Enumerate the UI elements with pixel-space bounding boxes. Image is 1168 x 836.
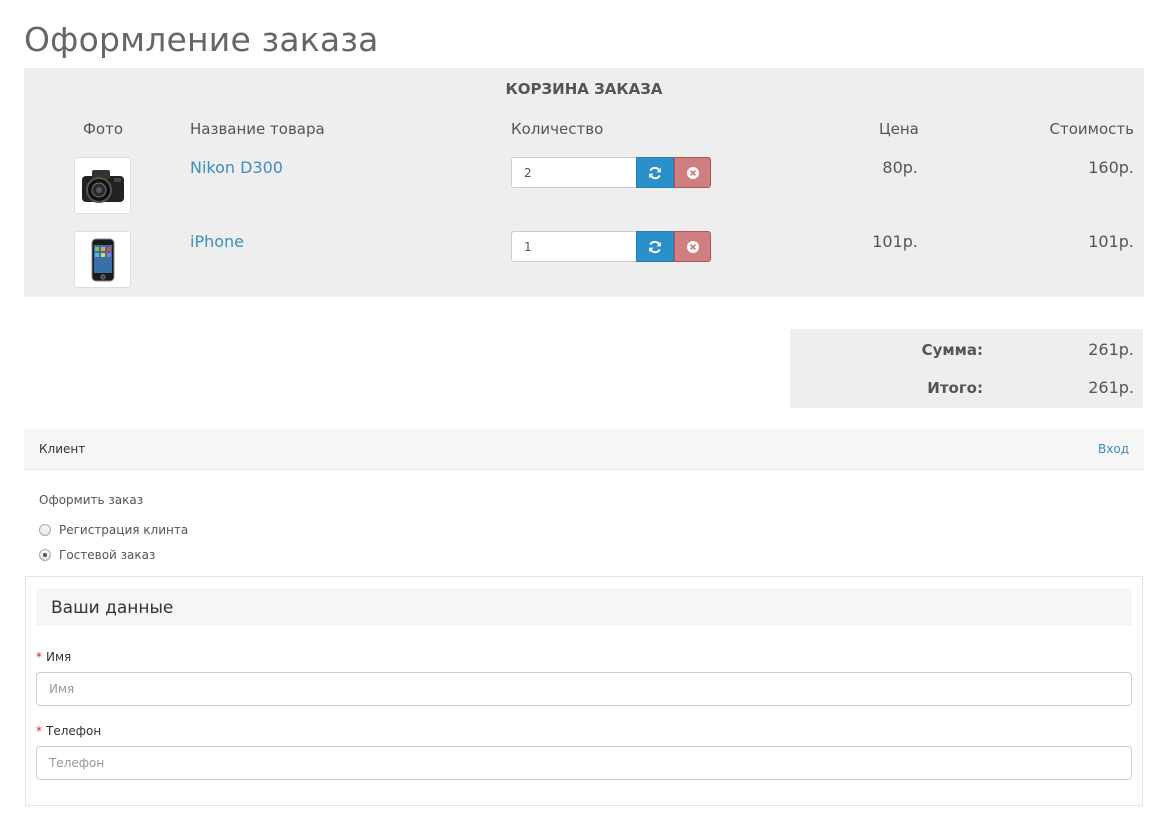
camera-thumbnail[interactable]	[74, 157, 131, 214]
name-field-label: * Имя	[36, 650, 72, 664]
login-link[interactable]: Вход	[1098, 442, 1129, 456]
refresh-icon	[649, 240, 661, 253]
column-price: Цена	[879, 120, 919, 138]
camera-icon	[81, 169, 124, 203]
item-total: 101р.	[1088, 232, 1134, 251]
subtotal-value: 261р.	[1088, 340, 1134, 359]
panel-title: Ваши данные	[51, 598, 174, 618]
quantity-input[interactable]	[511, 231, 636, 262]
item-price: 101р.	[872, 232, 918, 251]
client-bar: Клиент Вход	[24, 429, 1144, 470]
product-link-iphone[interactable]: iPhone	[190, 232, 244, 251]
quantity-input[interactable]	[511, 157, 636, 188]
item-total: 160р.	[1088, 158, 1134, 177]
item-price: 80р.	[882, 158, 918, 177]
phone-field-label: * Телефон	[36, 724, 102, 738]
radio-label: Регистрация клинта	[59, 523, 189, 537]
column-name: Название товара	[190, 120, 325, 138]
column-photo: Фото	[83, 120, 124, 138]
refresh-icon	[649, 166, 661, 179]
radio-button-checked[interactable]	[39, 549, 51, 561]
total-value: 261р.	[1088, 378, 1134, 397]
panel-heading	[36, 588, 1132, 626]
remove-icon	[686, 166, 699, 179]
phone-input[interactable]	[36, 746, 1132, 780]
page-title: Оформление заказа	[24, 20, 379, 59]
column-quantity: Количество	[511, 120, 604, 138]
name-input[interactable]	[36, 672, 1132, 706]
checkout-label: Оформить заказ	[39, 493, 144, 507]
required-mark: *	[36, 724, 42, 738]
client-label: Клиент	[39, 442, 86, 456]
product-link-nikon[interactable]: Nikon D300	[190, 158, 283, 177]
quantity-group	[511, 231, 711, 262]
radio-label: Гостевой заказ	[59, 548, 156, 562]
required-mark: *	[36, 650, 42, 664]
remove-button[interactable]	[674, 231, 711, 262]
remove-button[interactable]	[674, 157, 711, 188]
cart-heading: КОРЗИНА ЗАКАЗА	[505, 80, 663, 98]
refresh-button[interactable]	[636, 231, 674, 262]
refresh-button[interactable]	[636, 157, 674, 188]
total-label: Итого:	[927, 379, 983, 397]
column-total: Стоимость	[1049, 120, 1134, 138]
quantity-group	[511, 157, 711, 188]
subtotal-label: Сумма:	[921, 341, 983, 359]
phone-thumbnail[interactable]	[74, 231, 131, 288]
radio-button[interactable]	[39, 524, 51, 536]
radio-register[interactable]: Регистрация клинта	[39, 523, 188, 537]
phone-icon	[91, 238, 114, 281]
remove-icon	[686, 240, 699, 253]
radio-guest[interactable]: Гостевой заказ	[39, 548, 155, 562]
